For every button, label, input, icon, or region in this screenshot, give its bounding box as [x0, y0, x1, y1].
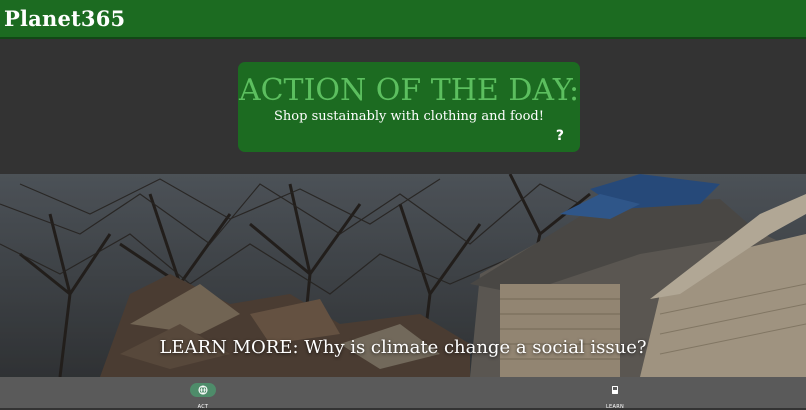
book-icon	[612, 386, 618, 394]
nav-label-learn: LEARN	[605, 404, 625, 410]
action-of-the-day-card: ACTION OF THE DAY: Shop sustainably with…	[238, 62, 580, 152]
action-title: ACTION OF THE DAY:	[238, 73, 580, 108]
top-app-bar: Planet365	[0, 0, 806, 39]
nav-item-learn[interactable]: LEARN	[590, 382, 640, 410]
learn-more-link[interactable]: LEARN MORE: Why is climate change a soci…	[0, 337, 806, 358]
active-indicator	[190, 383, 216, 397]
action-description: Shop sustainably with clothing and food!	[274, 109, 544, 124]
bottom-navigation: ACT LEARN	[0, 377, 806, 410]
nav-item-act[interactable]: ACT	[178, 382, 228, 410]
help-button[interactable]: ?	[556, 128, 564, 144]
hero-banner[interactable]: LEARN MORE: Why is climate change a soci…	[0, 174, 806, 377]
nav-label-act: ACT	[197, 404, 209, 410]
globe-icon	[198, 385, 208, 395]
app-title: Planet365	[4, 6, 126, 31]
